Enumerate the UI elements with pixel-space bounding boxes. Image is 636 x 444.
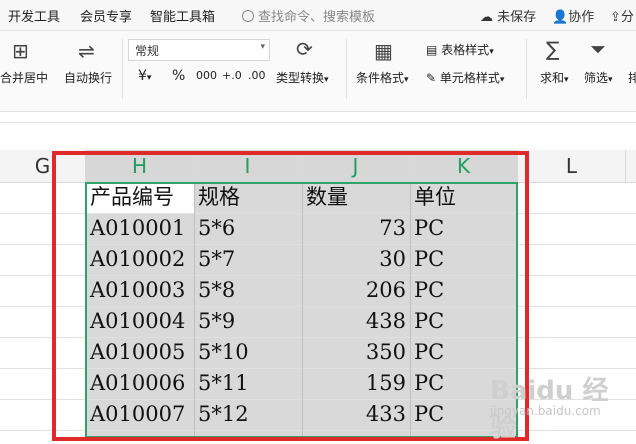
cell-spec[interactable]: 5*8: [194, 275, 302, 306]
divider: [526, 39, 527, 99]
column-header-k[interactable]: K: [410, 150, 518, 182]
collab-label: 协作: [568, 10, 595, 25]
cell-code[interactable]: A010004: [86, 306, 194, 337]
cell-header-spec[interactable]: 规格: [194, 182, 302, 213]
conditional-format-button[interactable]: 条件格式▾: [356, 69, 409, 86]
tab-member[interactable]: 会员专享: [80, 6, 132, 25]
sum-icon: ∑: [546, 37, 560, 61]
cell-qty[interactable]: 433: [302, 399, 410, 430]
cell-unit[interactable]: PC: [410, 275, 518, 306]
cell-unit[interactable]: PC: [410, 213, 518, 244]
table-style-button[interactable]: ▤ 表格样式▾: [426, 41, 494, 58]
divider: [122, 39, 123, 99]
cell-code[interactable]: A010003: [86, 275, 194, 306]
filter-button[interactable]: 筛选▾: [584, 69, 613, 86]
cell-qty[interactable]: 73: [302, 213, 410, 244]
cell-unit[interactable]: PC: [410, 337, 518, 368]
cell-qty[interactable]: 438: [302, 306, 410, 337]
cell-code[interactable]: A010001: [86, 213, 194, 244]
share-button[interactable]: ⇪分: [610, 6, 634, 25]
row-divider: [0, 122, 636, 123]
search-placeholder: 查找命令、搜索模板: [258, 10, 376, 25]
cell-style-button[interactable]: ✎ 单元格样式▾: [426, 69, 504, 86]
unsaved-label: 未保存: [497, 10, 537, 25]
number-format-select[interactable]: 常规 ▾: [128, 39, 270, 61]
watermark: Baidu 经验 jingyan.baidu.com: [490, 370, 630, 443]
menu-bar: 开发工具 会员专享 智能工具箱 查找命令、搜索模板 ☁ 未保存 👤协作 ⇪分: [0, 0, 636, 31]
thousands-separator-button[interactable]: 000: [196, 69, 217, 82]
column-header-h[interactable]: H: [86, 150, 194, 182]
column-header-l[interactable]: L: [518, 150, 626, 182]
cell-spec[interactable]: 5*6: [194, 213, 302, 244]
command-search[interactable]: 查找命令、搜索模板: [242, 6, 375, 25]
cell-qty[interactable]: 206: [302, 275, 410, 306]
cell-header-qty[interactable]: 数量: [302, 182, 410, 213]
watermark-url: jingyan.baidu.com: [490, 404, 601, 418]
unsaved-status[interactable]: ☁ 未保存: [480, 6, 536, 25]
user-icon: 👤: [552, 10, 569, 25]
tab-smart-toolbox[interactable]: 智能工具箱: [150, 6, 215, 25]
percent-button[interactable]: %: [172, 68, 185, 84]
sort-button[interactable]: 排: [628, 69, 636, 86]
increase-decimal-button[interactable]: +.0: [222, 69, 242, 82]
conditional-format-icon: ▦: [374, 39, 393, 63]
cell-spec[interactable]: 5*12: [194, 399, 302, 430]
cell-code[interactable]: A010005: [86, 337, 194, 368]
tab-developer-tools[interactable]: 开发工具: [8, 6, 60, 25]
cell-qty[interactable]: 350: [302, 337, 410, 368]
cell-header-code[interactable]: 产品编号: [86, 182, 194, 213]
cell-qty[interactable]: 159: [302, 368, 410, 399]
wrap-text-icon: ⇌: [78, 39, 95, 63]
cell-spec[interactable]: 5*10: [194, 337, 302, 368]
cell-style-icon: ✎: [426, 71, 437, 85]
share-label: 分: [620, 10, 634, 25]
ribbon-toolbar: ⊞ 合并居中 ⇌ 自动换行 常规 ▾ ¥▾ % 000 +.0 .00 ⟳ 类型…: [0, 31, 636, 112]
cell-header-unit[interactable]: 单位: [410, 182, 518, 213]
table-style-icon: ▤: [426, 43, 438, 57]
cloud-icon: ☁: [480, 10, 493, 25]
filter-icon: ⏷: [590, 37, 606, 61]
number-format-value: 常规: [135, 44, 160, 58]
currency-button[interactable]: ¥▾: [138, 68, 151, 84]
sum-button[interactable]: 求和▾: [540, 69, 569, 86]
cell-code[interactable]: A010007: [86, 399, 194, 430]
column-header-row: G H I J K L: [0, 150, 636, 183]
decrease-decimal-button[interactable]: .00: [248, 69, 266, 82]
cell-code[interactable]: A010002: [86, 244, 194, 275]
cell-spec[interactable]: 5*7: [194, 244, 302, 275]
merge-center-icon: ⊞: [12, 39, 29, 63]
convert-icon: ⟳: [296, 37, 313, 61]
auto-wrap-button[interactable]: 自动换行: [64, 69, 112, 86]
cell-spec[interactable]: 5*11: [194, 368, 302, 399]
chevron-down-icon: ▾: [260, 42, 265, 52]
type-convert-button[interactable]: 类型转换▾: [276, 69, 329, 86]
column-header-i[interactable]: I: [194, 150, 302, 182]
cell-unit[interactable]: PC: [410, 244, 518, 275]
divider: [346, 39, 347, 99]
cell-code[interactable]: A010006: [86, 368, 194, 399]
cell-unit[interactable]: PC: [410, 306, 518, 337]
column-header-j[interactable]: J: [302, 150, 410, 182]
cell-qty[interactable]: 30: [302, 244, 410, 275]
merge-center-button[interactable]: 合并居中: [0, 69, 48, 86]
search-icon: [242, 10, 254, 22]
cell-spec[interactable]: 5*9: [194, 306, 302, 337]
column-header-g[interactable]: G: [0, 150, 86, 182]
share-icon: ⇪: [610, 10, 621, 25]
collab-button[interactable]: 👤协作: [552, 6, 594, 25]
